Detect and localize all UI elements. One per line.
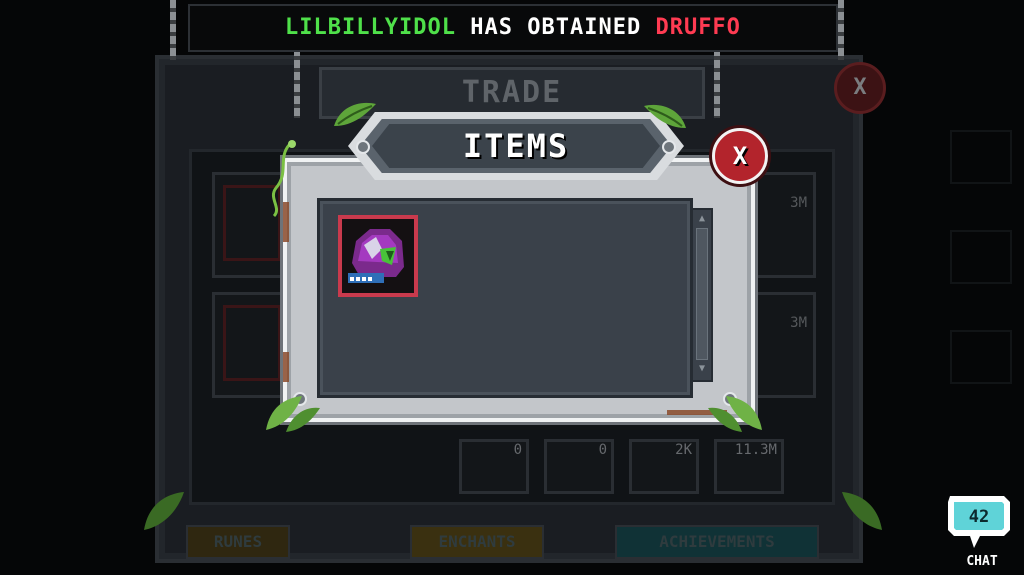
announcement-player: LILBILLYIDOL bbox=[285, 15, 456, 40]
scroll-up-icon[interactable]: ▲ bbox=[693, 212, 711, 226]
leaf-decoration-icon bbox=[842, 492, 882, 530]
bottom-slot: 2K bbox=[629, 439, 699, 494]
item-slot-druffo[interactable] bbox=[338, 215, 418, 297]
chat-unread-count[interactable]: 42 bbox=[959, 507, 999, 527]
items-title: ITEMS bbox=[462, 127, 570, 165]
announcement-item: DRUFFO bbox=[655, 15, 741, 40]
chain-decoration bbox=[714, 48, 720, 118]
leaf-decoration-icon bbox=[334, 102, 376, 126]
vine-decoration-icon bbox=[271, 140, 296, 218]
items-close-button[interactable]: X bbox=[712, 128, 768, 184]
scroll-down-icon[interactable]: ▼ bbox=[693, 362, 711, 376]
side-menu-item[interactable] bbox=[950, 330, 1012, 384]
scroll-track[interactable] bbox=[696, 228, 708, 360]
leaf-decoration-icon bbox=[644, 104, 686, 128]
chain-decoration bbox=[170, 0, 176, 60]
announcement-banner: LILBILLYIDOL HAS OBTAINED DRUFFO bbox=[188, 4, 838, 52]
leaf-decoration-icon bbox=[144, 492, 184, 530]
items-modal: ▲ ▼ bbox=[283, 158, 755, 422]
trade-close-button[interactable]: X bbox=[834, 62, 886, 114]
chat-label[interactable]: CHAT bbox=[954, 554, 1010, 569]
tab-runes[interactable]: RUNES bbox=[186, 525, 290, 559]
tab-achievements[interactable]: ACHIEVEMENTS bbox=[615, 525, 819, 559]
leaf-decoration-icon bbox=[708, 396, 762, 432]
side-menu-item[interactable] bbox=[950, 230, 1012, 284]
items-list[interactable] bbox=[317, 198, 693, 398]
tab-enchants[interactable]: ENCHANTS bbox=[410, 525, 544, 559]
bottom-slot: 0 bbox=[459, 439, 529, 494]
announcement-text: LILBILLYIDOL HAS OBTAINED DRUFFO bbox=[190, 6, 836, 50]
announcement-verb: HAS OBTAINED bbox=[470, 15, 642, 40]
bolt-icon bbox=[662, 140, 676, 154]
bolt-icon bbox=[356, 140, 370, 154]
items-scrollbar[interactable]: ▲ ▼ bbox=[691, 208, 713, 382]
leaf-decoration-icon bbox=[266, 396, 320, 432]
chain-decoration bbox=[294, 48, 300, 118]
bottom-slot: 11.3M bbox=[714, 439, 784, 494]
druffo-helmet-icon bbox=[342, 219, 414, 293]
side-menu-item[interactable] bbox=[950, 130, 1012, 184]
bottom-slot: 0 bbox=[544, 439, 614, 494]
chain-decoration bbox=[838, 0, 844, 60]
